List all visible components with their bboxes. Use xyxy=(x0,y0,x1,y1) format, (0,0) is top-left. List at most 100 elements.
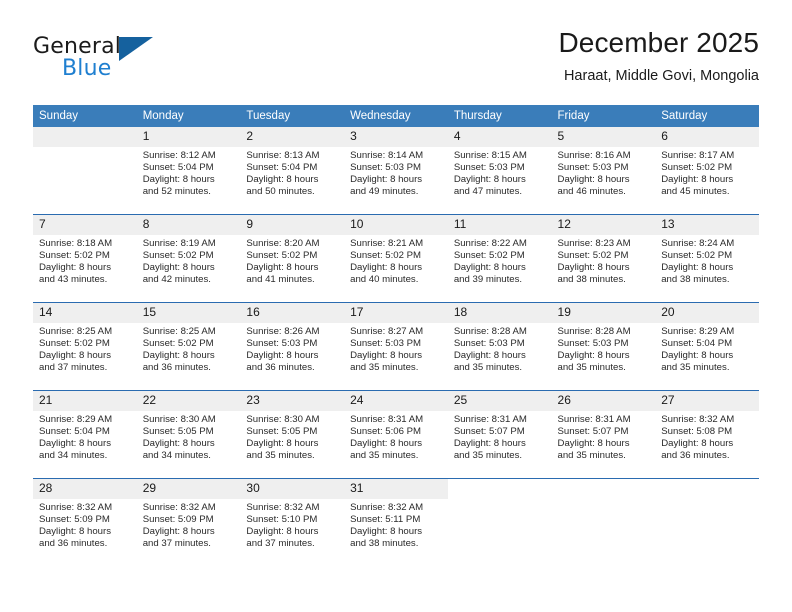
daylight-line-1: Daylight: 8 hours xyxy=(350,262,423,274)
day-number-9[interactable]: 9 xyxy=(240,215,345,235)
sunrise-line: Sunrise: 8:16 AM xyxy=(557,150,631,161)
day-number-3[interactable]: 3 xyxy=(344,127,448,147)
day-number-19[interactable]: 19 xyxy=(551,303,656,323)
daylight-line-2: and 42 minutes. xyxy=(142,274,211,286)
week-5-details: Sunrise: 8:32 AM Sunset: 5:09 PM Dayligh… xyxy=(33,499,759,566)
daylight-line-1: Daylight: 8 hours xyxy=(350,350,423,362)
daylight-line-1: Daylight: 8 hours xyxy=(39,350,111,362)
sunset-line: Sunset: 5:03 PM xyxy=(453,162,525,174)
week-1-details: Sunrise: 8:12 AM Sunset: 5:04 PM Dayligh… xyxy=(33,147,759,215)
week-4-details: Sunrise: 8:29 AM Sunset: 5:04 PM Dayligh… xyxy=(33,411,759,479)
daylight-line-1: Daylight: 8 hours xyxy=(142,262,215,274)
day-number-6[interactable]: 6 xyxy=(655,127,759,147)
daylight-line-1: Daylight: 8 hours xyxy=(246,350,319,362)
sunrise-line: Sunrise: 8:29 AM xyxy=(661,326,735,337)
day-number-1[interactable]: 1 xyxy=(136,127,241,147)
day-number-22[interactable]: 22 xyxy=(136,391,241,411)
day-number-10[interactable]: 10 xyxy=(344,215,448,235)
sunset-line: Sunset: 5:02 PM xyxy=(39,338,110,350)
day-number-12[interactable]: 12 xyxy=(551,215,656,235)
sunrise-line: Sunrise: 8:22 AM xyxy=(453,238,527,249)
day-number-13[interactable]: 13 xyxy=(655,215,759,235)
day-number-30[interactable]: 30 xyxy=(240,479,345,499)
daylight-line-2: and 36 minutes. xyxy=(39,538,108,550)
day-number-20[interactable]: 20 xyxy=(655,303,759,323)
daylight-line-1: Daylight: 8 hours xyxy=(246,174,319,186)
sunrise-line: Sunrise: 8:12 AM xyxy=(142,150,216,161)
daylight-line-1: Daylight: 8 hours xyxy=(661,262,734,274)
day-details-28: Sunrise: 8:32 AM Sunset: 5:09 PM Dayligh… xyxy=(33,499,137,566)
week-3-details: Sunrise: 8:25 AM Sunset: 5:02 PM Dayligh… xyxy=(33,323,759,391)
sunrise-line: Sunrise: 8:32 AM xyxy=(39,502,113,513)
sunset-line: Sunset: 5:03 PM xyxy=(246,338,318,350)
week-5-daynumbers: 28 29 30 31 xyxy=(33,479,759,499)
daylight-line-2: and 37 minutes. xyxy=(246,538,315,550)
day-number-21[interactable]: 21 xyxy=(33,391,137,411)
daylight-line-2: and 45 minutes. xyxy=(661,186,730,198)
sunrise-line: Sunrise: 8:20 AM xyxy=(246,238,320,249)
general-blue-logo[interactable]: General Blue xyxy=(33,34,213,90)
sunrise-line: Sunrise: 8:32 AM xyxy=(142,502,216,513)
daylight-line-2: and 39 minutes. xyxy=(453,274,523,286)
daylight-line-2: and 35 minutes. xyxy=(246,450,315,462)
sunset-line: Sunset: 5:03 PM xyxy=(557,162,629,174)
daylight-line-2: and 36 minutes. xyxy=(142,362,211,374)
daylight-line-1: Daylight: 8 hours xyxy=(453,262,526,274)
sunrise-line: Sunrise: 8:14 AM xyxy=(350,150,424,161)
sunset-line: Sunset: 5:02 PM xyxy=(557,250,629,262)
sunset-line: Sunset: 5:02 PM xyxy=(453,250,525,262)
day-details-31: Sunrise: 8:32 AM Sunset: 5:11 PM Dayligh… xyxy=(344,499,448,566)
day-number-25[interactable]: 25 xyxy=(447,391,552,411)
week-2-daynumbers: 7 8 9 10 11 12 13 xyxy=(33,215,759,235)
day-number-26[interactable]: 26 xyxy=(551,391,656,411)
sunset-line: Sunset: 5:06 PM xyxy=(350,426,422,438)
sunrise-line: Sunrise: 8:21 AM xyxy=(350,238,424,249)
day-number-24[interactable]: 24 xyxy=(344,391,448,411)
daylight-line-2: and 34 minutes. xyxy=(142,450,211,462)
day-number-8[interactable]: 8 xyxy=(136,215,241,235)
location-subtitle: Haraat, Middle Govi, Mongolia xyxy=(563,68,759,84)
daylight-line-2: and 41 minutes. xyxy=(246,274,315,286)
day-details-empty xyxy=(655,499,759,566)
sunset-line: Sunset: 5:04 PM xyxy=(661,338,733,350)
sunset-line: Sunset: 5:04 PM xyxy=(39,426,110,438)
daylight-line-2: and 37 minutes. xyxy=(142,538,211,550)
sunrise-line: Sunrise: 8:30 AM xyxy=(246,414,320,425)
sunset-line: Sunset: 5:07 PM xyxy=(453,426,525,438)
sunrise-line: Sunrise: 8:27 AM xyxy=(350,326,424,337)
day-number-11[interactable]: 11 xyxy=(447,215,552,235)
weekday-header-saturday: Saturday xyxy=(655,105,759,127)
calendar-body: 1 2 3 4 5 6 Sunrise: 8:12 AM Sunset: 5:0… xyxy=(33,127,759,566)
day-number-7[interactable]: 7 xyxy=(33,215,137,235)
daylight-line-1: Daylight: 8 hours xyxy=(39,526,111,538)
day-details-29: Sunrise: 8:32 AM Sunset: 5:09 PM Dayligh… xyxy=(136,499,241,566)
day-details-24: Sunrise: 8:31 AM Sunset: 5:06 PM Dayligh… xyxy=(344,411,448,479)
day-details-10: Sunrise: 8:21 AM Sunset: 5:02 PM Dayligh… xyxy=(344,235,448,303)
calendar-page: General Blue December 2025 Haraat, Middl… xyxy=(0,0,792,612)
day-number-2[interactable]: 2 xyxy=(240,127,345,147)
day-number-14[interactable]: 14 xyxy=(33,303,137,323)
daylight-line-2: and 38 minutes. xyxy=(350,538,419,550)
day-number-31[interactable]: 31 xyxy=(344,479,448,499)
day-number-28[interactable]: 28 xyxy=(33,479,137,499)
sunset-line: Sunset: 5:04 PM xyxy=(246,162,318,174)
sunrise-line: Sunrise: 8:23 AM xyxy=(557,238,631,249)
day-number-5[interactable]: 5 xyxy=(551,127,656,147)
day-number-17[interactable]: 17 xyxy=(344,303,448,323)
day-number-18[interactable]: 18 xyxy=(447,303,552,323)
day-number-15[interactable]: 15 xyxy=(136,303,241,323)
daylight-line-1: Daylight: 8 hours xyxy=(142,174,215,186)
day-details-5: Sunrise: 8:16 AM Sunset: 5:03 PM Dayligh… xyxy=(551,147,656,215)
daylight-line-1: Daylight: 8 hours xyxy=(39,262,111,274)
day-details-21: Sunrise: 8:29 AM Sunset: 5:04 PM Dayligh… xyxy=(33,411,137,479)
day-number-27[interactable]: 27 xyxy=(655,391,759,411)
day-number-16[interactable]: 16 xyxy=(240,303,345,323)
day-number-23[interactable]: 23 xyxy=(240,391,345,411)
day-details-25: Sunrise: 8:31 AM Sunset: 5:07 PM Dayligh… xyxy=(447,411,552,479)
day-cell-empty xyxy=(551,479,656,499)
sunrise-line: Sunrise: 8:30 AM xyxy=(142,414,216,425)
day-number-29[interactable]: 29 xyxy=(136,479,241,499)
sunset-line: Sunset: 5:09 PM xyxy=(142,514,214,526)
day-number-4[interactable]: 4 xyxy=(447,127,552,147)
sunset-line: Sunset: 5:03 PM xyxy=(557,338,629,350)
